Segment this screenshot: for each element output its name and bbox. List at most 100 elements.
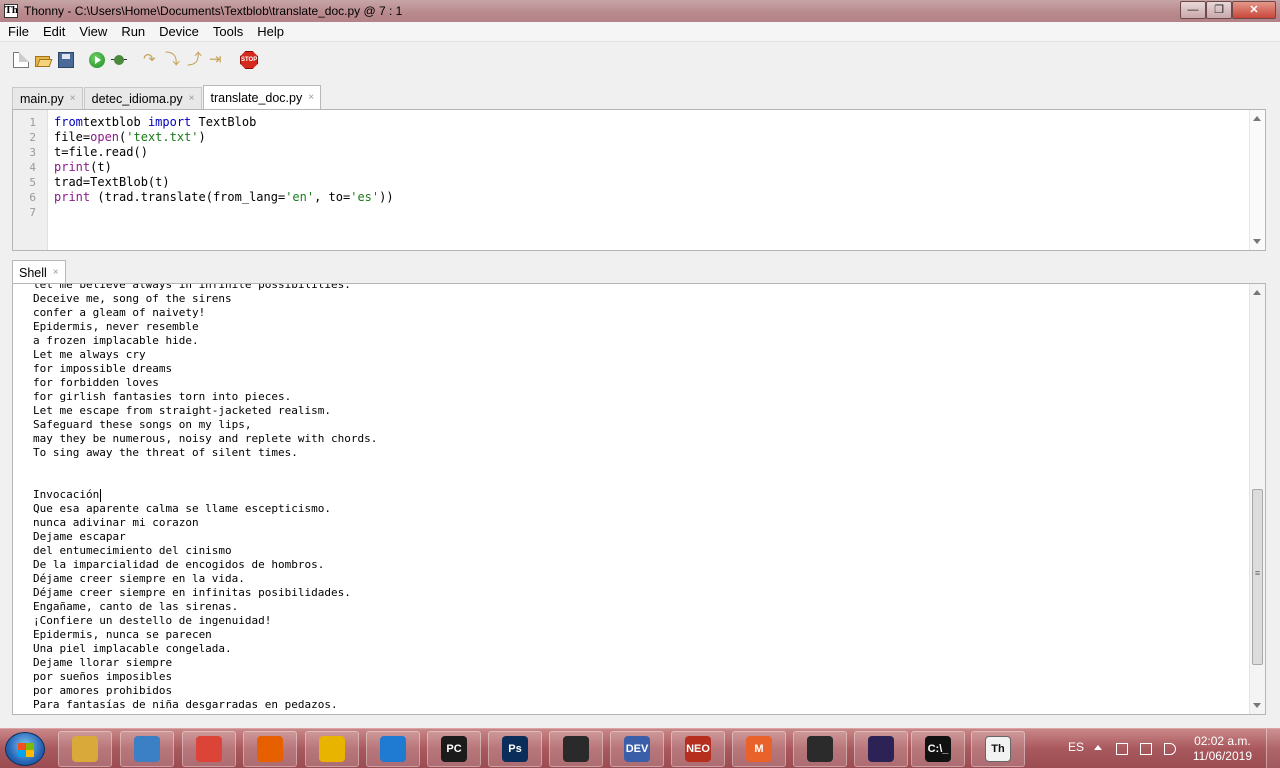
taskbar-app-button[interactable]: Th	[971, 731, 1025, 767]
menu-edit[interactable]: Edit	[36, 22, 72, 42]
scroll-up-icon[interactable]	[1253, 290, 1261, 295]
code-editor[interactable]: 1234567 fromtextblob import TextBlob file…	[12, 109, 1266, 251]
minimize-button[interactable]: —	[1180, 1, 1206, 19]
taskbar-app-button[interactable]	[120, 731, 174, 767]
start-button[interactable]	[5, 732, 45, 766]
shell-line: Deceive me, song of the sirens	[33, 292, 377, 306]
code-area[interactable]: fromtextblob import TextBlob file=open('t…	[54, 115, 394, 220]
open-folder-icon[interactable]	[35, 52, 53, 68]
close-tab-icon[interactable]: ×	[53, 267, 59, 278]
menu-run[interactable]: Run	[114, 22, 152, 42]
taskbar-app-button[interactable]	[549, 731, 603, 767]
tab-main-py[interactable]: main.py ×	[12, 87, 83, 109]
text-cursor	[100, 488, 102, 502]
code-token: 'text.txt'	[126, 130, 199, 144]
scroll-down-icon[interactable]	[1253, 703, 1261, 708]
taskbar-app-button[interactable]	[793, 731, 847, 767]
step-out-icon[interactable]: ⤴	[187, 52, 203, 68]
shell-line-text: for impossible dreams	[33, 362, 173, 375]
close-tab-icon[interactable]: ×	[308, 92, 314, 103]
media-player-icon	[134, 736, 160, 762]
shell-line: for forbidden loves	[33, 376, 377, 390]
shell-line: may they be numerous, noisy and replete …	[33, 432, 377, 446]
code-token: (trad.translate(from_lang=	[90, 190, 286, 204]
shell-line: por amores prohibidos	[33, 684, 377, 698]
code-line[interactable]: print (trad.translate(from_lang='en', to…	[54, 190, 394, 205]
pycharm-icon: PC	[441, 736, 467, 762]
shell-line: De la imparcialidad de encogidos de homb…	[33, 558, 377, 572]
code-token: TextBlob	[191, 115, 257, 129]
taskbar-app-button[interactable]	[182, 731, 236, 767]
network-icon[interactable]	[1140, 743, 1152, 755]
device-icon[interactable]	[1116, 743, 1128, 755]
clock[interactable]: 02:02 a.m. 11/06/2019	[1193, 734, 1252, 764]
scrollbar-thumb[interactable]	[1252, 489, 1263, 665]
shell-scrollbar[interactable]	[1249, 284, 1265, 714]
tab-label: detec_idioma.py	[91, 91, 183, 106]
show-desktop-button[interactable]	[1266, 729, 1280, 768]
volume-icon[interactable]	[1164, 743, 1176, 755]
code-line[interactable]: print(t)	[54, 160, 394, 175]
shell-line: Epidermis, nunca se parecen	[33, 628, 377, 642]
run-icon[interactable]	[89, 52, 105, 68]
shell-line: for impossible dreams	[33, 362, 377, 376]
menu-device[interactable]: Device	[152, 22, 206, 42]
new-file-icon[interactable]	[13, 52, 29, 68]
taskbar-app-button[interactable]	[854, 731, 908, 767]
code-token: print	[54, 190, 91, 204]
step-into-icon[interactable]: ⤵	[165, 52, 181, 68]
taskbar-app-button[interactable]: PC	[427, 731, 481, 767]
taskbar-app-button[interactable]	[305, 731, 359, 767]
close-tab-icon[interactable]: ×	[70, 93, 76, 104]
menu-view[interactable]: View	[72, 22, 114, 42]
shell-line-text: Invocación	[33, 488, 100, 501]
shell-line: Para fantasías de niña desgarradas en pe…	[33, 698, 377, 712]
shell-panel[interactable]: let me believe always in infinite possib…	[12, 283, 1266, 715]
taskbar-app-button[interactable]	[243, 731, 297, 767]
shell-line-text: Engañame, canto de las sirenas.	[33, 600, 239, 613]
shell-line: Let me always cry	[33, 348, 377, 362]
resume-icon[interactable]: ⇥	[209, 52, 225, 68]
language-indicator[interactable]: ES	[1068, 740, 1084, 754]
editor-scrollbar[interactable]	[1249, 110, 1265, 250]
step-over-icon[interactable]: ↷	[143, 52, 159, 68]
taskbar-app-button[interactable]: C:\_	[911, 731, 965, 767]
stop-icon[interactable]: STOP	[240, 51, 258, 69]
code-line[interactable]: file=open('text.txt')	[54, 130, 394, 145]
taskbar-app-button[interactable]	[58, 731, 112, 767]
close-tab-icon[interactable]: ×	[189, 93, 195, 104]
menu-help[interactable]: Help	[250, 22, 291, 42]
tab-label: main.py	[20, 91, 64, 106]
taskbar-app-button[interactable]: DEV	[610, 731, 664, 767]
taskbar-app-button[interactable]: NEO	[671, 731, 725, 767]
code-token: file=	[54, 130, 91, 144]
tab-shell[interactable]: Shell ×	[12, 260, 66, 284]
code-line[interactable]: trad=TextBlob(t)	[54, 175, 394, 190]
taskbar-app-button[interactable]	[366, 731, 420, 767]
neo-icon: NEO	[685, 736, 711, 762]
save-icon[interactable]	[58, 52, 74, 68]
close-button[interactable]: ✕	[1232, 1, 1276, 19]
code-token: (t)	[90, 160, 112, 174]
shell-line-text: nunca adivinar mi corazon	[33, 516, 199, 529]
scroll-down-icon[interactable]	[1253, 239, 1261, 244]
menu-tools[interactable]: Tools	[206, 22, 250, 42]
shell-output[interactable]: let me believe always in infinite possib…	[33, 284, 377, 712]
menu-file[interactable]: File	[0, 22, 36, 42]
tab-translate-doc-py[interactable]: translate_doc.py ×	[202, 85, 322, 109]
code-line[interactable]	[54, 205, 394, 220]
taskbar-app-button[interactable]: Ps	[488, 731, 542, 767]
taskbar-app-button[interactable]: M	[732, 731, 786, 767]
shell-line-text: ¡Confiere un destello de ingenuidad!	[33, 614, 272, 627]
maximize-button[interactable]: ❐	[1206, 1, 1232, 19]
window-title: Thonny - C:\Users\Home\Documents\Textblo…	[24, 4, 403, 18]
code-line[interactable]: t=file.read()	[54, 145, 394, 160]
shell-line-text: del entumecimiento del cinismo	[33, 544, 232, 557]
scroll-up-icon[interactable]	[1253, 116, 1261, 121]
show-hidden-icons-icon[interactable]	[1094, 745, 1102, 750]
code-line[interactable]: fromtextblob import TextBlob	[54, 115, 394, 130]
windows-logo-icon	[18, 743, 34, 757]
debug-icon[interactable]	[111, 52, 127, 68]
tab-detec-idioma-py[interactable]: detec_idioma.py ×	[83, 87, 202, 109]
